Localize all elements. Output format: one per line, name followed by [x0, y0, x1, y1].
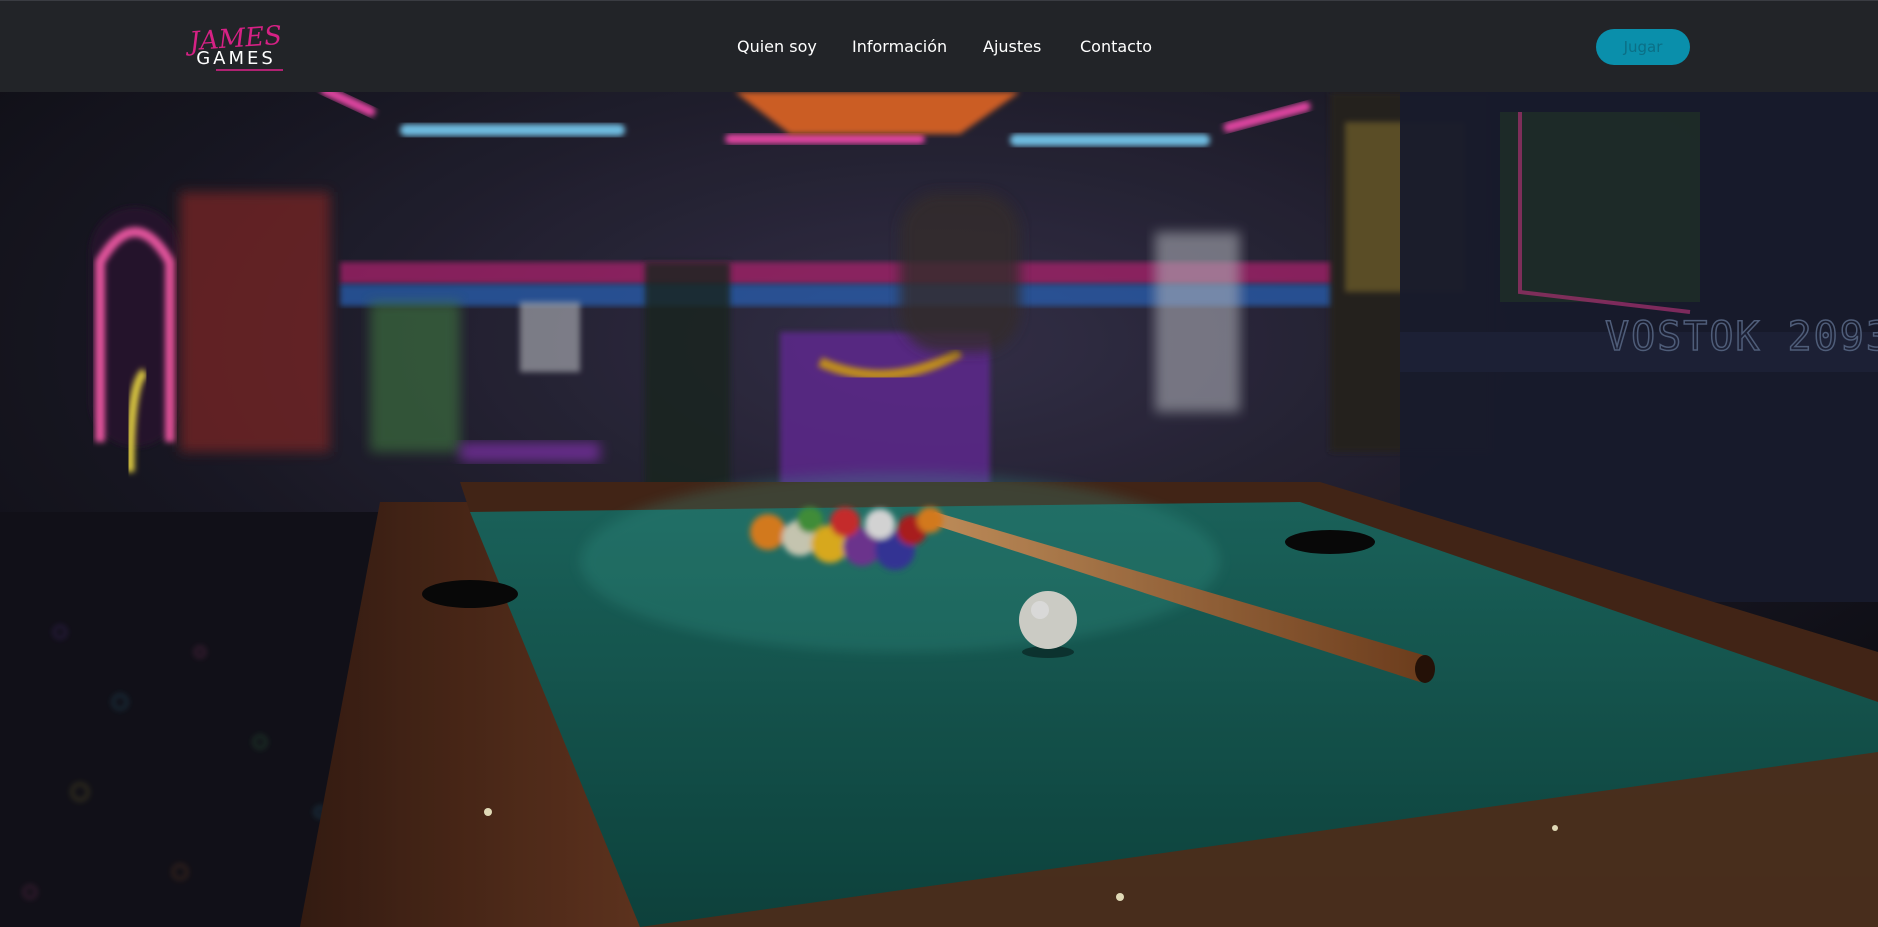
arcade-pool-scene: VOSTOK 2093: [0, 92, 1878, 927]
nav-link-informacion[interactable]: Información: [852, 37, 947, 56]
nav-link-ajustes[interactable]: Ajustes: [983, 37, 1041, 56]
site-logo[interactable]: JAMES GAMES: [186, 17, 286, 75]
play-button[interactable]: Jugar: [1596, 29, 1690, 65]
nav-link-contacto[interactable]: Contacto: [1080, 37, 1152, 56]
hero-image: VOSTOK 2093: [0, 92, 1878, 927]
nav-link-quien-soy[interactable]: Quien soy: [737, 37, 817, 56]
top-navbar: JAMES GAMES Quien soy Información Ajuste…: [0, 0, 1878, 92]
svg-text:GAMES: GAMES: [196, 48, 276, 69]
